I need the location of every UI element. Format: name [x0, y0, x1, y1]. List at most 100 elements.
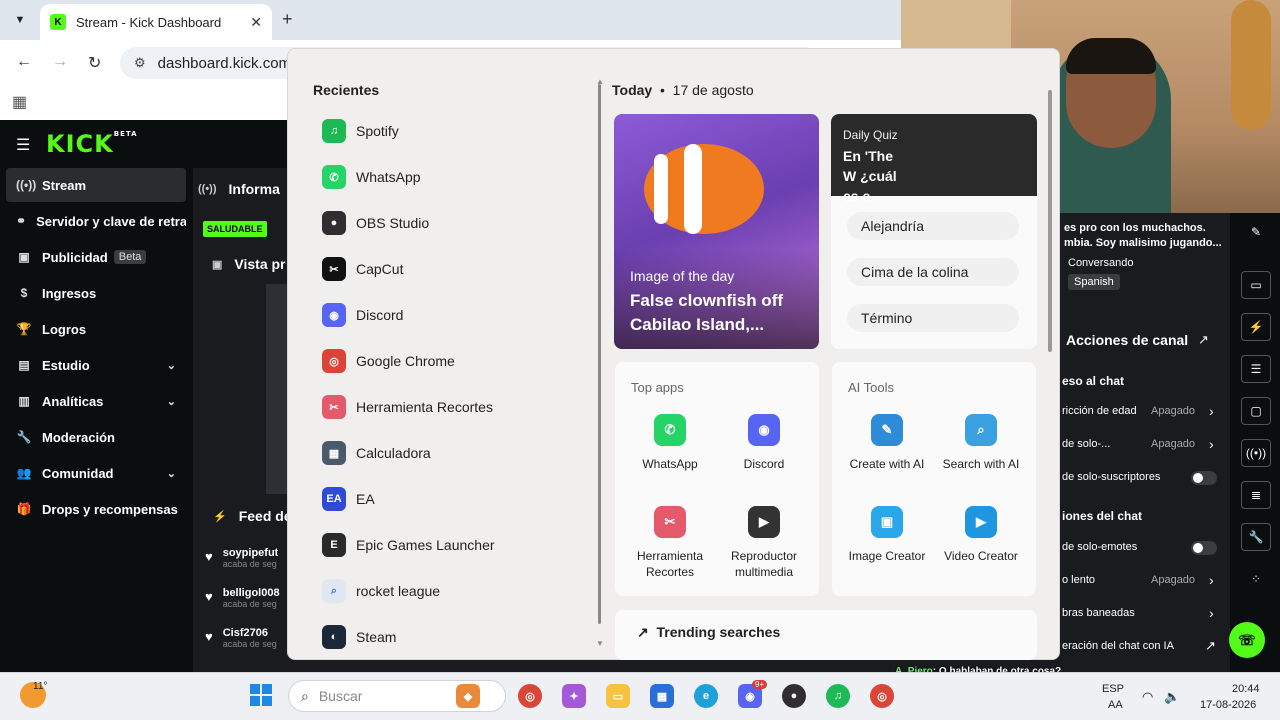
volume-icon[interactable]: 🔈 — [1164, 689, 1180, 705]
recent-app-whatsapp[interactable]: ✆ WhatsApp — [322, 159, 582, 195]
popout-icon[interactable]: ↗ — [1198, 332, 1209, 348]
setting-value[interactable]: Apagado — [1151, 574, 1195, 586]
kick-logo[interactable]: KICKBETA — [46, 130, 138, 158]
search-with-ai-icon: ⌕ — [965, 414, 997, 446]
top_apps-tile-reproductor-multimedia[interactable]: ▶ Reproductor multimedia — [717, 506, 811, 580]
reload-button[interactable]: ↻ — [88, 53, 101, 73]
setting-value[interactable]: Apagado — [1151, 438, 1195, 450]
chat-icon[interactable]: ▢ — [1241, 397, 1271, 425]
recent-app-obs-studio[interactable]: ● OBS Studio — [322, 205, 582, 241]
setting-value[interactable]: Apagado — [1151, 405, 1195, 417]
fish-widget-icon[interactable]: ◆ — [456, 684, 480, 708]
scroll-down-icon[interactable]: ▼ — [596, 639, 604, 648]
ai_tools-tile-create-with-ai[interactable]: ✎ Create with AI — [840, 414, 934, 472]
setting-label: eración del chat con IA — [1062, 640, 1174, 652]
site-info-icon[interactable]: ⚙ — [134, 55, 146, 71]
language-indicator[interactable]: ESP — [1102, 683, 1124, 695]
sidebar-item-comunidad[interactable]: 👥 Comunidad ⌄ — [6, 456, 186, 490]
recent-app-capcut[interactable]: ✂ CapCut — [322, 251, 582, 287]
ai_tools-tile-search-with-ai[interactable]: ⌕ Search with AI — [934, 414, 1028, 472]
recent-app-spotify[interactable]: ♫ Spotify — [322, 113, 582, 149]
clock-time[interactable]: 20:44 — [1232, 683, 1260, 695]
sidebar-item-drops-y-recompensas[interactable]: 🎁 Drops y recompensas — [6, 492, 186, 526]
toggle-switch[interactable] — [1191, 471, 1217, 485]
sidebar-item-estudio[interactable]: ▤ Estudio ⌄ — [6, 348, 186, 382]
recent-app-rocket-league[interactable]: ⌕ rocket league — [322, 573, 582, 609]
chrome-icon[interactable]: ◎ — [518, 684, 542, 708]
close-tab-icon[interactable]: ✕ — [250, 14, 262, 31]
sidebar-item-anal-ticas[interactable]: ▥ Analíticas ⌄ — [6, 384, 186, 418]
recent-app-google-chrome[interactable]: ◎ Google Chrome — [322, 343, 582, 379]
copilot-icon[interactable]: ✦ — [562, 684, 586, 708]
top_apps-tile-herramienta-recortes[interactable]: ✂ Herramienta Recortes — [623, 506, 717, 580]
ai_tools-tile-image-creator[interactable]: ▣ Image Creator — [840, 506, 934, 564]
sidebar-item-servidor-y-clave-de-retransmisi-n[interactable]: ⚭ Servidor y clave de retransmisión — [6, 204, 186, 238]
recent-scrollbar[interactable] — [598, 84, 601, 624]
sidebar-item-moderaci-n[interactable]: 🔧 Moderación — [6, 420, 186, 454]
sidebar-item-publicidad[interactable]: ▣ Publicidad Beta — [6, 240, 186, 274]
sidebar-item-stream[interactable]: ((•)) Stream — [6, 168, 186, 202]
sidebar-item-ingresos[interactable]: $ Ingresos — [6, 276, 186, 310]
clock-date[interactable]: 17-08-2026 — [1200, 699, 1256, 711]
store-icon[interactable]: ▦ — [650, 684, 674, 708]
obs-taskbar-icon[interactable]: ● — [782, 684, 806, 708]
stack-icon[interactable]: ≣ — [1241, 481, 1271, 509]
recent-app-herramienta-recortes[interactable]: ✂ Herramienta Recortes — [322, 389, 582, 425]
feed-scrollbar[interactable] — [1048, 90, 1052, 352]
apps-icon[interactable]: ⁘ — [1241, 565, 1271, 593]
chevron-down-icon[interactable]: ⌄ — [167, 467, 176, 480]
recent-app-calculadora[interactable]: ▦ Calculadora — [322, 435, 582, 471]
create-with-ai-icon: ✎ — [871, 414, 903, 446]
edit-icon[interactable]: ✎ — [1241, 218, 1271, 246]
trending-searches-card[interactable]: ↗ Trending searches — [615, 610, 1037, 660]
chevron-down-icon[interactable]: ⌄ — [167, 395, 176, 408]
apps-grid-icon[interactable]: ▦ — [12, 92, 27, 112]
chevron-right-icon[interactable]: › — [1209, 436, 1214, 452]
tab-search-button[interactable]: ▼ — [8, 8, 32, 32]
broadcast-icon[interactable]: ((•)) — [1241, 439, 1271, 467]
spotify-taskbar-icon[interactable]: ♫ — [826, 684, 850, 708]
top_apps-tile-discord[interactable]: ◉ Discord — [717, 414, 811, 472]
toggle-switch[interactable] — [1191, 541, 1217, 555]
chevron-right-icon[interactable]: › — [1209, 605, 1214, 621]
chevron-right-icon[interactable]: › — [1209, 403, 1214, 419]
stream-preview-thumbnail[interactable] — [266, 284, 288, 494]
quiz-option[interactable]: Cima de la colina — [847, 258, 1019, 286]
forward-button[interactable]: → — [52, 53, 68, 71]
top_apps-tile-whatsapp[interactable]: ✆ WhatsApp — [623, 414, 717, 472]
back-button[interactable]: ← — [16, 53, 32, 71]
setting-label: de solo-... — [1062, 438, 1111, 450]
quiz-option[interactable]: Alejandría — [847, 212, 1019, 240]
quiz-option[interactable]: Término — [847, 304, 1019, 332]
discord-icon: ◉ — [748, 414, 780, 446]
channel-actions-title: Acciones de canal — [1066, 332, 1189, 348]
chevron-down-icon[interactable]: ⌄ — [167, 359, 176, 372]
help-fab-button[interactable]: ☏ — [1229, 622, 1265, 658]
heart-icon: ♥ — [205, 549, 213, 564]
wifi-icon[interactable]: ◠ — [1142, 689, 1153, 705]
new-tab-button[interactable]: + — [282, 9, 293, 30]
external-link-icon[interactable]: ↗ — [1205, 638, 1216, 654]
menu-icon[interactable]: ☰ — [16, 135, 30, 155]
wrench-icon[interactable]: 🔧 — [1241, 523, 1271, 551]
layout-icon[interactable]: ▭ — [1241, 271, 1271, 299]
recent-app-epic-games-launcher[interactable]: E Epic Games Launcher — [322, 527, 582, 563]
image-of-the-day-card[interactable]: Image of the day False clownfish off Cab… — [614, 114, 819, 349]
tile-label: Create with AI — [849, 457, 925, 471]
input-indicator[interactable]: AA — [1108, 699, 1123, 711]
edge-icon[interactable]: e — [694, 684, 718, 708]
browser-tab[interactable]: K Stream - Kick Dashboard ✕ — [40, 4, 272, 40]
ai_tools-tile-video-creator[interactable]: ▶ Video Creator — [934, 506, 1028, 564]
chrome-taskbar-icon[interactable]: ◎ — [870, 684, 894, 708]
list-icon[interactable]: ☰ — [1241, 355, 1271, 383]
herramienta-recortes-icon: ✂ — [654, 506, 686, 538]
chevron-right-icon[interactable]: › — [1209, 572, 1214, 588]
file-explorer-icon[interactable]: ▭ — [606, 684, 630, 708]
lightning-icon[interactable]: ⚡ — [1241, 313, 1271, 341]
recent-app-discord[interactable]: ◉ Discord — [322, 297, 582, 333]
sidebar-item-logros[interactable]: 🏆 Logros — [6, 312, 186, 346]
feed-username: Cisf2706 — [222, 627, 268, 639]
start-button[interactable] — [250, 684, 272, 706]
recent-app-steam[interactable]: ◐ Steam — [322, 619, 582, 655]
recent-app-ea[interactable]: EA EA — [322, 481, 582, 517]
